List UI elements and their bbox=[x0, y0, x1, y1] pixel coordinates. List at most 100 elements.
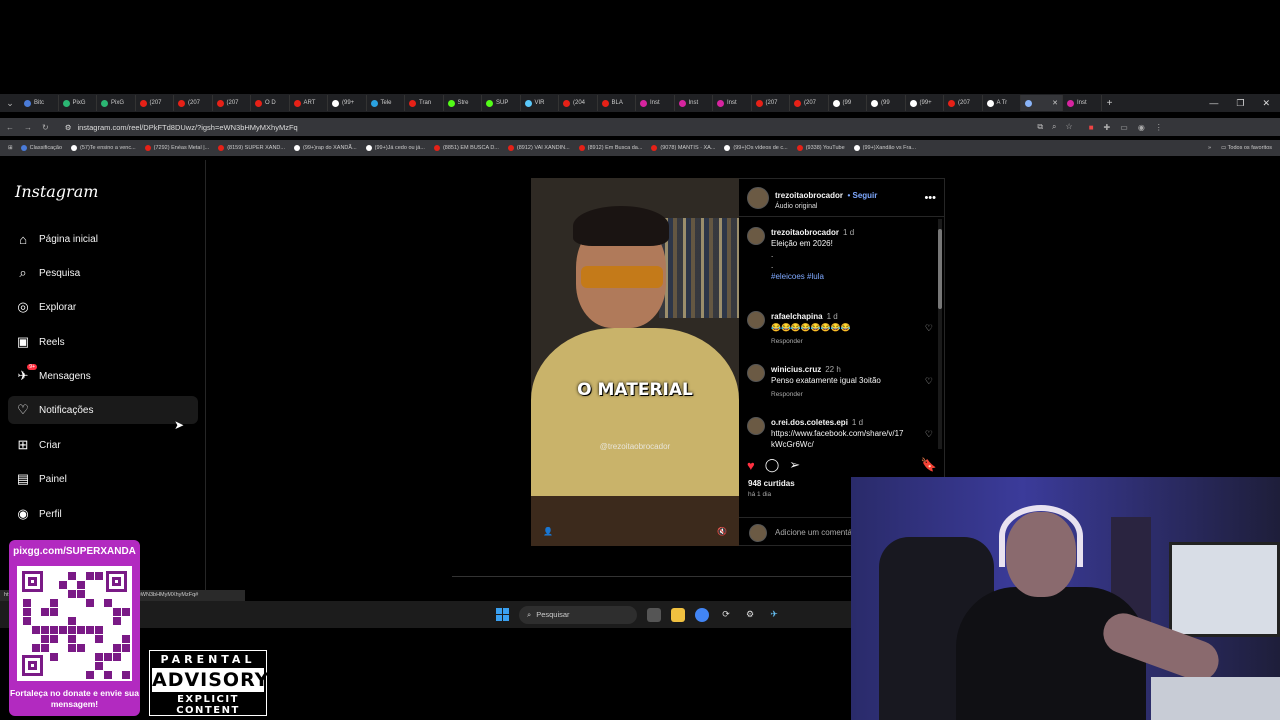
tab-close-icon[interactable]: ✕ bbox=[1052, 99, 1058, 107]
install-app-icon[interactable]: ⧉ bbox=[1037, 122, 1043, 132]
close-window-icon[interactable]: ✕ bbox=[1262, 98, 1270, 109]
save-bookmark-icon[interactable]: 🔖 bbox=[921, 457, 937, 473]
reel-video[interactable]: O MATERIAL @trezoitaobrocador 👤 🔇 bbox=[531, 178, 739, 546]
settings-icon[interactable]: ⚙ bbox=[743, 608, 757, 622]
browser-tab[interactable]: (99+ bbox=[328, 95, 367, 111]
nav-item-dashboard[interactable]: ▤ Painel bbox=[8, 465, 198, 493]
caption-avatar[interactable] bbox=[747, 227, 765, 245]
bookmark-item[interactable]: (7292) Enéas Metal |... bbox=[144, 145, 209, 151]
minimize-icon[interactable]: — bbox=[1209, 98, 1218, 109]
bookmark-item[interactable]: (8912) VAI XANDIN... bbox=[507, 145, 570, 151]
back-icon[interactable]: ← bbox=[6, 123, 14, 132]
browser-tab[interactable]: (204 bbox=[559, 95, 598, 111]
forward-icon[interactable]: → bbox=[24, 123, 32, 132]
all-bookmarks-folder[interactable]: ▭ Todos os favoritos bbox=[1221, 145, 1272, 151]
browser-tab[interactable]: (207 bbox=[174, 95, 213, 111]
bookmark-item[interactable]: (99+)Já cedo ou já... bbox=[365, 145, 425, 151]
comment-avatar[interactable] bbox=[747, 311, 765, 329]
comment-icon[interactable]: ◯ bbox=[765, 457, 780, 473]
bookmarks-chevron-icon[interactable]: » bbox=[1208, 145, 1211, 151]
bookmark-star-icon[interactable]: ☆ bbox=[1066, 122, 1073, 132]
chrome-icon[interactable] bbox=[695, 607, 709, 622]
browser-tab[interactable]: Stre bbox=[444, 95, 482, 111]
browser-tab[interactable]: PixG bbox=[97, 95, 136, 111]
steam-icon[interactable]: ✈ bbox=[767, 608, 781, 622]
reply-button[interactable]: Responder bbox=[771, 336, 906, 347]
comment-like-icon[interactable]: ♡ bbox=[925, 323, 933, 334]
apps-grid-icon[interactable]: ⊞ bbox=[8, 145, 13, 151]
browser-tab[interactable]: (99 bbox=[867, 95, 906, 111]
nav-item-home[interactable]: ⌂ Página inicial bbox=[8, 225, 198, 253]
nav-item-plus-square[interactable]: ⊞ Criar bbox=[8, 431, 198, 459]
browser-tab[interactable]: Bitc bbox=[20, 95, 59, 111]
side-panel-icon[interactable]: ▭ bbox=[1120, 123, 1128, 132]
nav-item-messenger[interactable]: ✈ 9+ Mensagens bbox=[8, 362, 198, 390]
comment-username[interactable]: o.rei.dos.coletes.epi bbox=[771, 418, 848, 427]
browser-tab[interactable]: Inst bbox=[713, 95, 752, 111]
browser-tab[interactable]: (207 bbox=[136, 95, 174, 111]
caption-hashtags[interactable]: #eleicoes #lula bbox=[771, 271, 854, 282]
bookmark-item[interactable]: Classificação bbox=[20, 145, 62, 151]
browser-tab[interactable]: Tele bbox=[367, 95, 405, 111]
extension-icon[interactable]: ■ bbox=[1089, 123, 1094, 132]
instagram-logo[interactable]: Instagram bbox=[15, 182, 98, 201]
zoom-icon[interactable]: ⌕ bbox=[1052, 122, 1056, 132]
browser-menu-icon[interactable]: ⋮ bbox=[1155, 123, 1163, 132]
address-bar[interactable]: ⚙ instagram.com/reel/DPkFTd8DUwz/?igsh=e… bbox=[58, 119, 1079, 135]
bookmark-item[interactable]: (8159) SUPER XAND... bbox=[218, 145, 285, 151]
nav-item-compass[interactable]: ◎ Explorar bbox=[8, 293, 198, 321]
browser-tab[interactable]: Inst bbox=[1063, 95, 1102, 111]
new-tab-button[interactable]: + bbox=[1102, 98, 1118, 109]
comment-like-icon[interactable]: ♡ bbox=[925, 376, 933, 387]
taskbar-search[interactable]: ⌕ Pesquisar bbox=[519, 605, 637, 624]
tagged-user-icon[interactable]: 👤 bbox=[543, 527, 553, 536]
task-view-icon[interactable] bbox=[647, 607, 661, 622]
extensions-puzzle-icon[interactable]: ✚ bbox=[1104, 123, 1111, 132]
site-info-icon[interactable]: ⚙ bbox=[65, 123, 72, 132]
nav-item-heart[interactable]: ♡ Notificações bbox=[8, 396, 198, 424]
share-icon[interactable]: ➢ bbox=[789, 457, 800, 473]
likes-count[interactable]: 948 curtidas bbox=[748, 479, 795, 488]
browser-tab[interactable]: ✕ bbox=[1021, 95, 1063, 111]
browser-tab[interactable]: BLA bbox=[598, 95, 636, 111]
browser-tab[interactable]: (207 bbox=[944, 95, 983, 111]
comment-avatar[interactable] bbox=[747, 364, 765, 382]
browser-tab[interactable]: PixG bbox=[59, 95, 97, 111]
caption-username[interactable]: trezoitaobrocador bbox=[771, 228, 839, 237]
maximize-icon[interactable]: ❐ bbox=[1236, 98, 1244, 109]
comments-scrollbar[interactable] bbox=[938, 219, 942, 449]
browser-tab[interactable]: SUP bbox=[482, 95, 521, 111]
audio-label[interactable]: Áudio original bbox=[775, 203, 877, 210]
browser-tab[interactable]: (99 bbox=[829, 95, 867, 111]
tab-search-icon[interactable]: ⌄ bbox=[0, 94, 20, 112]
bookmark-item[interactable]: (57)Te ensino a venc... bbox=[71, 145, 136, 151]
reload-icon[interactable]: ↻ bbox=[42, 123, 49, 132]
browser-tab[interactable]: A Tr bbox=[983, 95, 1021, 111]
author-username[interactable]: trezoitaobrocador bbox=[775, 191, 843, 200]
like-heart-icon[interactable]: ♥ bbox=[747, 458, 755, 473]
windows-start-icon[interactable] bbox=[496, 608, 509, 621]
browser-tab[interactable]: Inst bbox=[675, 95, 713, 111]
comment-text[interactable]: https://www.facebook.com/share/v/17kWcGr… bbox=[771, 428, 906, 449]
bookmark-item[interactable]: (8912) Em Busca da... bbox=[578, 145, 642, 151]
browser-tab[interactable]: VIR bbox=[521, 95, 559, 111]
browser-tab[interactable]: (99+ bbox=[906, 95, 944, 111]
browser-tab[interactable]: (207 bbox=[213, 95, 251, 111]
follow-button[interactable]: • Seguir bbox=[847, 191, 877, 200]
browser-tab[interactable]: Inst bbox=[636, 95, 675, 111]
comment-username[interactable]: rafaelchapina bbox=[771, 312, 823, 321]
bookmark-item[interactable]: (99+)rap do XANDÃ... bbox=[294, 145, 357, 151]
reply-button[interactable]: Responder bbox=[771, 389, 906, 400]
scrollbar-thumb[interactable] bbox=[938, 229, 942, 309]
browser-tab[interactable]: Tran bbox=[405, 95, 444, 111]
bookmark-item[interactable]: (99+)Xandão vs Fra... bbox=[853, 145, 916, 151]
url-text[interactable]: instagram.com/reel/DPkFTd8DUwz/?igsh=eWN… bbox=[77, 123, 297, 132]
browser-tab[interactable]: (207 bbox=[790, 95, 829, 111]
browser-tab[interactable]: O D bbox=[251, 95, 290, 111]
mute-icon[interactable]: 🔇 bbox=[717, 527, 727, 536]
comment-like-icon[interactable]: ♡ bbox=[925, 429, 933, 440]
bookmark-item[interactable]: (8851) EM BUSCA D... bbox=[433, 145, 499, 151]
comment-username[interactable]: winicius.cruz bbox=[771, 365, 821, 374]
file-explorer-icon[interactable] bbox=[671, 607, 685, 622]
more-options-icon[interactable]: ••• bbox=[924, 192, 936, 204]
